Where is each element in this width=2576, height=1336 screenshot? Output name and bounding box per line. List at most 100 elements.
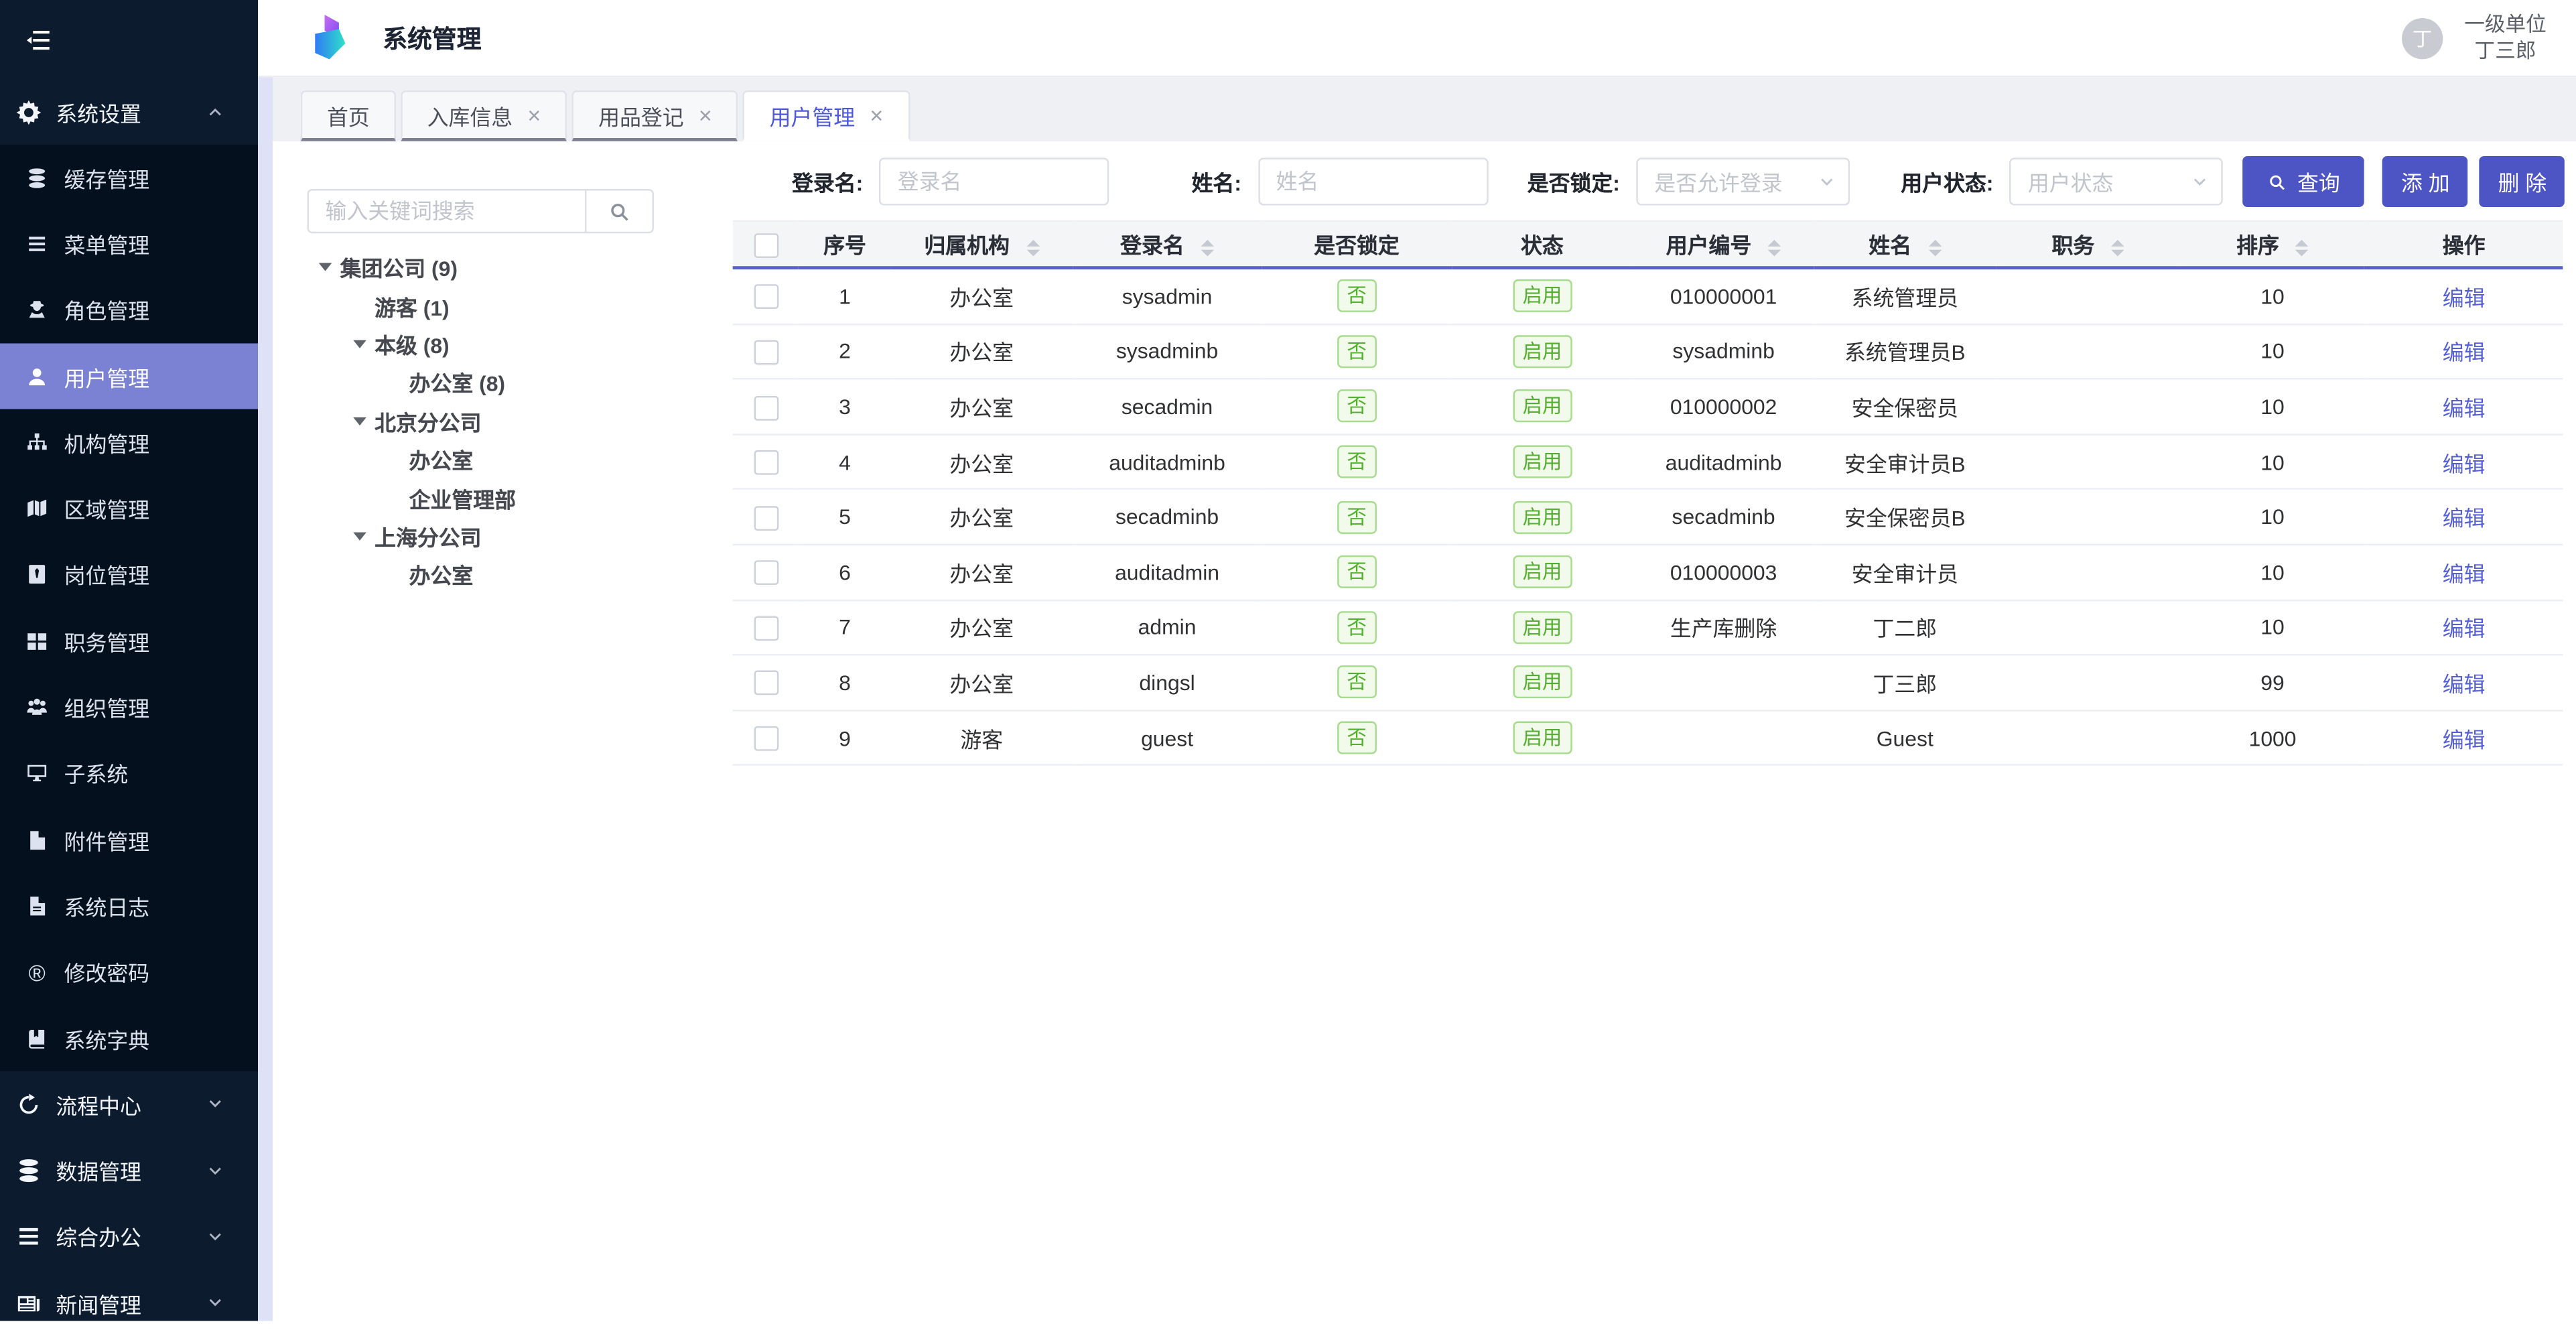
column-header-login[interactable]: 登录名 xyxy=(1073,221,1262,268)
tree-node[interactable]: 游客 (1) xyxy=(273,287,690,325)
tree-caret-icon[interactable] xyxy=(353,532,375,540)
sidebar-item-cache[interactable]: 缓存管理 xyxy=(0,145,258,211)
row-checkbox[interactable] xyxy=(753,506,778,531)
tree-search-button[interactable] xyxy=(585,190,653,231)
edit-link[interactable]: 编辑 xyxy=(2443,285,2486,310)
tree-search-input[interactable] xyxy=(309,190,585,231)
cell-userno: 生产库删除 xyxy=(1633,600,1814,655)
tree-node[interactable]: 企业管理部 xyxy=(273,478,690,517)
sort-icon[interactable] xyxy=(2111,239,2124,256)
sidebar-item-attachment[interactable]: 附件管理 xyxy=(0,807,258,873)
tree-node[interactable]: 上海分公司 xyxy=(273,517,690,555)
cell-no: 9 xyxy=(799,710,891,765)
tab-users[interactable]: 用户管理× xyxy=(743,90,909,141)
tree-caret-icon[interactable] xyxy=(319,263,340,271)
tab-label: 用品登记 xyxy=(598,99,684,131)
column-header-sort[interactable]: 排序 xyxy=(2180,221,2365,268)
edit-link[interactable]: 编辑 xyxy=(2443,616,2486,641)
row-checkbox[interactable] xyxy=(753,616,778,641)
sidebar-group-news[interactable]: 新闻管理 xyxy=(0,1270,258,1336)
close-icon[interactable]: × xyxy=(870,103,883,126)
login-input[interactable] xyxy=(880,157,1109,205)
sidebar-group-office[interactable]: 综合办公 xyxy=(0,1204,258,1270)
sidebar-item-group[interactable]: 组织管理 xyxy=(0,674,258,740)
sidebar-item-syslog[interactable]: 系统日志 xyxy=(0,873,258,939)
cell-userno xyxy=(1633,710,1814,765)
sort-icon[interactable] xyxy=(1768,239,1781,256)
tree-caret-icon[interactable] xyxy=(353,417,375,425)
edit-link[interactable]: 编辑 xyxy=(2443,396,2486,421)
query-button[interactable]: 查询 xyxy=(2243,156,2364,207)
sidebar-group-workflow[interactable]: 流程中心 xyxy=(0,1071,258,1138)
cell-duty xyxy=(1996,600,2181,655)
row-checkbox[interactable] xyxy=(753,561,778,586)
close-icon[interactable]: × xyxy=(699,103,712,126)
delete-button[interactable]: 删 除 xyxy=(2480,156,2565,207)
edit-link[interactable]: 编辑 xyxy=(2443,672,2486,697)
cell-no: 7 xyxy=(799,600,891,655)
user-avatar[interactable]: 丁 xyxy=(2402,17,2443,58)
sidebar-group-data[interactable]: 数据管理 xyxy=(0,1138,258,1204)
cell-name: Guest xyxy=(1814,710,1996,765)
tree-node[interactable]: 集团公司 (9) xyxy=(273,248,690,286)
edit-link[interactable]: 编辑 xyxy=(2443,341,2486,366)
row-checkbox[interactable] xyxy=(753,671,778,696)
tree-node[interactable]: 办公室 xyxy=(273,440,690,478)
sidebar-item-dictionary[interactable]: 系统字典 xyxy=(0,1005,258,1071)
sidebar-item-subsystem[interactable]: 子系统 xyxy=(0,740,258,807)
edit-link[interactable]: 编辑 xyxy=(2443,507,2486,531)
sidebar-group-system-settings[interactable]: 系统设置 xyxy=(0,79,258,145)
sidebar-item-duty[interactable]: 职务管理 xyxy=(0,608,258,674)
sort-icon[interactable] xyxy=(2295,239,2309,256)
row-checkbox[interactable] xyxy=(753,285,778,310)
registered-icon: ® xyxy=(26,961,48,983)
row-select-cell xyxy=(733,545,799,600)
sidebar-item-label: 机构管理 xyxy=(64,427,150,458)
tab-home[interactable]: 首页 xyxy=(301,90,396,141)
sort-icon[interactable] xyxy=(1201,239,1214,256)
name-input[interactable] xyxy=(1258,157,1488,205)
row-checkbox[interactable] xyxy=(753,395,778,420)
sidebar-item-role[interactable]: 角色管理 xyxy=(0,277,258,343)
newspaper-icon xyxy=(17,1291,42,1316)
sort-icon[interactable] xyxy=(1928,239,1942,256)
row-checkbox[interactable] xyxy=(753,450,778,475)
sidebar-submenu: 缓存管理菜单管理角色管理用户管理机构管理区域管理岗位管理职务管理组织管理子系统附… xyxy=(0,145,258,1071)
tree-node[interactable]: 办公室 (8) xyxy=(273,363,690,401)
menu-fold-icon[interactable] xyxy=(25,25,53,54)
row-checkbox[interactable] xyxy=(753,340,778,364)
lock-select[interactable]: 是否允许登录 xyxy=(1636,157,1850,205)
sidebar-item-org[interactable]: 机构管理 xyxy=(0,409,258,476)
tree-node[interactable]: 北京分公司 xyxy=(273,402,690,440)
tree-node[interactable]: 本级 (8) xyxy=(273,325,690,363)
sidebar-scrollbar-track[interactable] xyxy=(258,77,273,1321)
sidebar-item-region[interactable]: 区域管理 xyxy=(0,476,258,542)
close-icon[interactable]: × xyxy=(527,103,541,126)
tree-node[interactable]: 办公室 xyxy=(273,555,690,594)
tab-supplies[interactable]: 用品登记 × xyxy=(572,90,738,141)
tree-caret-icon[interactable] xyxy=(353,340,375,348)
row-select-cell xyxy=(733,268,799,324)
tab-inbound[interactable]: 入库信息× xyxy=(401,90,567,141)
cell-userno: 010000002 xyxy=(1633,379,1814,434)
edit-link[interactable]: 编辑 xyxy=(2443,727,2486,752)
column-header-duty[interactable]: 职务 xyxy=(1996,221,2181,268)
sidebar-item-user[interactable]: 用户管理 xyxy=(0,343,258,409)
table-row: 6办公室auditadmin否启用010000003安全审计员10编辑 xyxy=(733,545,2563,600)
add-button[interactable]: 添 加 xyxy=(2383,156,2469,207)
column-header-org[interactable]: 归属机构 xyxy=(891,221,1073,268)
sort-icon[interactable] xyxy=(1026,239,1039,256)
user-info[interactable]: 一级单位 丁三郎 xyxy=(2464,11,2547,64)
login-label: 登录名: xyxy=(792,166,863,198)
status-select[interactable]: 用户状态 xyxy=(2010,157,2224,205)
column-label: 姓名 xyxy=(1869,233,1911,258)
sidebar-item-password[interactable]: ®修改密码 xyxy=(0,939,258,1006)
sidebar-item-post[interactable]: 岗位管理 xyxy=(0,542,258,608)
edit-link[interactable]: 编辑 xyxy=(2443,451,2486,476)
select-all-checkbox[interactable] xyxy=(753,232,778,257)
column-header-name[interactable]: 姓名 xyxy=(1814,221,1996,268)
row-checkbox[interactable] xyxy=(753,726,778,751)
sidebar-item-menu[interactable]: 菜单管理 xyxy=(0,211,258,277)
column-header-userno[interactable]: 用户编号 xyxy=(1633,221,1814,268)
edit-link[interactable]: 编辑 xyxy=(2443,561,2486,586)
